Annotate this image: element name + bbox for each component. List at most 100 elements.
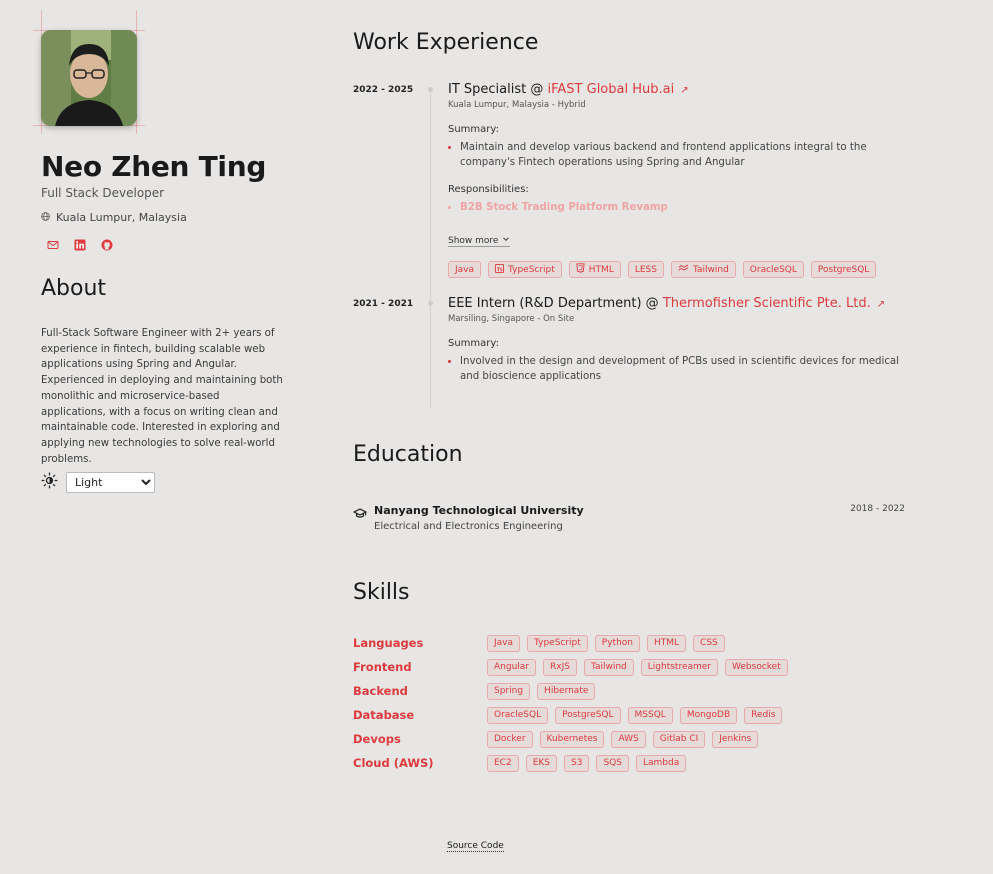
tech-tag: LESS bbox=[627, 261, 664, 278]
responsibilities-list: B2B Stock Trading Platform Revamp bbox=[448, 200, 908, 215]
skill-category: Devops bbox=[353, 732, 401, 746]
skill-tag: Angular bbox=[487, 658, 536, 676]
school-name: Nanyang Technological University bbox=[374, 504, 584, 517]
skill-tag: Python bbox=[594, 634, 640, 652]
education-heading: Education bbox=[353, 442, 463, 467]
tailwind-icon bbox=[678, 264, 689, 275]
location-text: Kuala Lumpur, Malaysia bbox=[56, 211, 187, 224]
github-icon[interactable] bbox=[101, 239, 114, 252]
skill-row: Backend Spring Hibernate bbox=[353, 679, 788, 703]
skill-tag: S3 bbox=[564, 754, 590, 772]
skill-tag: HTML bbox=[647, 634, 687, 652]
tag-label: Java bbox=[455, 264, 475, 275]
external-link-icon[interactable]: ↗ bbox=[877, 299, 885, 310]
tag-label: TypeScript bbox=[508, 264, 555, 275]
timeline-line bbox=[430, 88, 431, 408]
skill-tag: CSS bbox=[693, 634, 725, 652]
skill-row: Languages Java TypeScript Python HTML CSS bbox=[353, 631, 788, 655]
external-link-icon[interactable]: ↗ bbox=[680, 85, 688, 96]
skill-tag: Kubernetes bbox=[539, 730, 605, 748]
source-code-link[interactable]: Source Code bbox=[447, 841, 504, 852]
tech-tag: PostgreSQL bbox=[810, 261, 877, 278]
profile-location: Kuala Lumpur, Malaysia bbox=[41, 211, 187, 224]
skill-tag: Jenkins bbox=[712, 730, 759, 748]
mail-icon[interactable] bbox=[47, 239, 60, 252]
skill-chips: OracleSQL PostgreSQL MSSQL MongoDB Redis bbox=[487, 706, 783, 724]
skill-tag: AWS bbox=[611, 730, 646, 748]
company-link[interactable]: iFAST Global Hub.ai bbox=[548, 82, 675, 97]
skill-tag: Java bbox=[487, 634, 521, 652]
summary-list: Involved in the design and development o… bbox=[448, 354, 908, 384]
social-links bbox=[47, 239, 114, 252]
chevron-down-icon bbox=[502, 235, 510, 246]
degree: Electrical and Electronics Engineering bbox=[374, 521, 563, 532]
skill-chips: Angular RxJS Tailwind Lightstreamer Websocke… bbox=[487, 658, 788, 676]
work-heading: Work Experience bbox=[353, 30, 539, 55]
job-title: IT Specialist @ bbox=[448, 82, 548, 97]
timeline-dot bbox=[428, 301, 433, 306]
skill-tag: Hibernate bbox=[537, 682, 596, 700]
summary-list: Maintain and develop various backend and… bbox=[448, 140, 908, 170]
about-text: Full-Stack Software Engineer with 2+ yea… bbox=[41, 328, 283, 465]
skill-category: Backend bbox=[353, 684, 408, 698]
skill-category: Frontend bbox=[353, 660, 412, 674]
summary-item: Involved in the design and development o… bbox=[448, 354, 908, 384]
html-icon bbox=[576, 263, 585, 276]
responsibilities-label: Responsibilities: bbox=[448, 184, 529, 195]
skill-tag: Spring bbox=[487, 682, 531, 700]
theme-switcher: LightDarkSystem bbox=[41, 472, 155, 493]
avatar-frame bbox=[33, 10, 145, 134]
theme-select[interactable]: LightDarkSystem bbox=[66, 472, 155, 493]
skill-tag: RxJS bbox=[543, 658, 577, 676]
skill-row: Cloud (AWS) EC2 EKS S3 SQS Lambda bbox=[353, 751, 788, 775]
skill-tag: Docker bbox=[487, 730, 533, 748]
experience-location: Kuala Lumpur, Malaysia - Hybrid bbox=[448, 100, 586, 110]
linkedin-icon[interactable] bbox=[74, 239, 87, 252]
skill-tag: MongoDB bbox=[679, 706, 738, 724]
summary-item: Maintain and develop various backend and… bbox=[448, 140, 908, 170]
skill-row: Frontend Angular RxJS Tailwind Lightstreamer… bbox=[353, 655, 788, 679]
skill-category: Database bbox=[353, 708, 415, 722]
skill-tag: EC2 bbox=[487, 754, 519, 772]
experience-dates: 2021 - 2021 bbox=[353, 299, 414, 309]
tech-tag: TypeScript bbox=[488, 261, 562, 278]
tech-tag: Java bbox=[448, 261, 482, 278]
skill-tag: Websocket bbox=[725, 658, 788, 676]
skill-category: Languages bbox=[353, 636, 424, 650]
skill-tag: Tailwind bbox=[583, 658, 634, 676]
skill-tag: MSSQL bbox=[627, 706, 673, 724]
summary-label: Summary: bbox=[448, 338, 499, 349]
company-link[interactable]: Thermofisher Scientific Pte. Ltd. bbox=[663, 296, 871, 311]
tech-tag: HTML bbox=[568, 261, 621, 278]
skill-row: Database OracleSQL PostgreSQL MSSQL MongoDB R… bbox=[353, 703, 788, 727]
show-more-button[interactable]: Show more bbox=[448, 235, 511, 247]
tech-tag: Tailwind bbox=[670, 261, 736, 278]
experience-dates: 2022 - 2025 bbox=[353, 85, 414, 95]
skill-tag: OracleSQL bbox=[487, 706, 549, 724]
skill-tag: TypeScript bbox=[527, 634, 588, 652]
skill-category: Cloud (AWS) bbox=[353, 756, 434, 770]
skill-chips: Docker Kubernetes AWS Gitlab CI Jenkins bbox=[487, 730, 759, 748]
skill-tag: EKS bbox=[525, 754, 558, 772]
sun-icon bbox=[41, 472, 58, 493]
responsibility-item: B2B Stock Trading Platform Revamp bbox=[448, 200, 908, 215]
tag-label: OracleSQL bbox=[749, 264, 797, 275]
skill-tag: PostgreSQL bbox=[555, 706, 621, 724]
education-years: 2018 - 2022 bbox=[850, 504, 905, 514]
experience-body: IT Specialist @ iFAST Global Hub.ai ↗ Kua… bbox=[448, 82, 908, 278]
tech-tag: OracleSQL bbox=[742, 261, 804, 278]
experience-body: EEE Intern (R&D Department) @ Thermofish… bbox=[448, 296, 908, 384]
skill-chips: EC2 EKS S3 SQS Lambda bbox=[487, 754, 687, 772]
experience-title: EEE Intern (R&D Department) @ Thermofish… bbox=[448, 296, 908, 311]
profile-name: Neo Zhen Ting bbox=[41, 150, 267, 183]
skill-tag: Redis bbox=[744, 706, 783, 724]
avatar bbox=[41, 30, 137, 126]
tag-label: Tailwind bbox=[692, 264, 729, 275]
job-title: EEE Intern (R&D Department) @ bbox=[448, 296, 663, 311]
skill-chips: Spring Hibernate bbox=[487, 682, 596, 700]
skills-heading: Skills bbox=[353, 580, 410, 605]
skill-row: Devops Docker Kubernetes AWS Gitlab CI Jenkin… bbox=[353, 727, 788, 751]
graduation-cap-icon bbox=[353, 504, 367, 523]
tag-label: HTML bbox=[588, 264, 614, 275]
tech-tags: Java TypeScript HTML LESS Tailwind Oracl… bbox=[448, 261, 908, 278]
